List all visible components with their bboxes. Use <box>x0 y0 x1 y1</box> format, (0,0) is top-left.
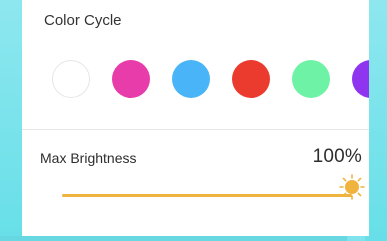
section-divider <box>22 129 369 130</box>
bottom-background-line <box>0 236 347 241</box>
max-brightness-value: 100% <box>312 146 362 167</box>
max-brightness-slider[interactable] <box>62 174 365 210</box>
color-swatch-red[interactable] <box>232 60 270 98</box>
max-brightness-label: Max Brightness <box>40 150 137 166</box>
color-cycle-title: Color Cycle <box>44 12 122 29</box>
color-swatch-blue[interactable] <box>172 60 210 98</box>
slider-thumb[interactable] <box>339 174 365 200</box>
sun-icon <box>339 174 365 200</box>
color-swatch-green[interactable] <box>292 60 330 98</box>
color-cycle-swatches <box>52 60 369 100</box>
slider-track[interactable] <box>62 194 352 197</box>
color-swatch-pink[interactable] <box>112 60 150 98</box>
settings-panel: Color Cycle Max Brightness 100% <box>22 0 369 236</box>
left-background-strip <box>0 0 22 241</box>
color-swatch-purple[interactable] <box>352 60 369 98</box>
color-swatch-white[interactable] <box>52 60 90 98</box>
